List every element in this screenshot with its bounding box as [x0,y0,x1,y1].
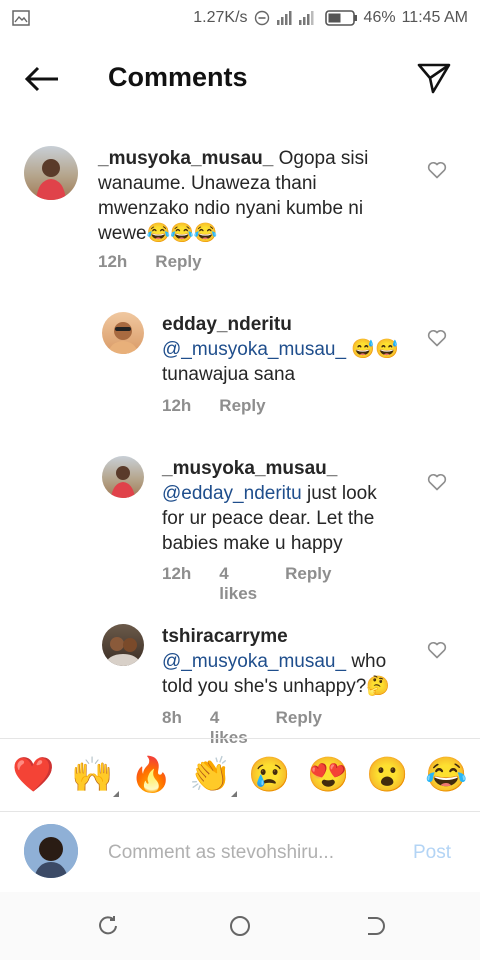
emoji-heart-eyes[interactable]: 😍 [303,755,355,795]
comment-mention[interactable]: @_musyoka_musau_ [162,339,346,360]
reply-button[interactable]: Reply [155,252,201,272]
emoji-surprised[interactable]: 😮 [362,755,414,795]
skin-tone-indicator [112,791,119,797]
battery-percent: 46% [363,9,396,26]
emoji-laughing[interactable]: 😂 [421,755,473,795]
do-not-disturb-icon [254,10,270,26]
paper-plane-icon [417,63,451,94]
signal-icon [276,10,318,26]
avatar [24,824,78,878]
network-speed: 1.27K/s [193,9,248,26]
heart-icon[interactable] [427,161,449,181]
back-nav-icon [368,917,385,935]
reply-button[interactable]: Reply [285,564,331,604]
comment-input[interactable] [108,838,388,868]
system-nav-bar [0,892,480,960]
comment-time: 12h [162,564,192,583]
back-arrow-icon [24,66,58,92]
gallery-icon [12,10,30,26]
comment-username[interactable]: _musyoka_musau_ [162,458,337,479]
comment-time: 12h [162,396,192,415]
recent-apps-icon [99,916,117,935]
emoji-fire[interactable]: 🔥 [126,755,178,795]
clock: 11:45 AM [401,9,468,26]
avatar[interactable] [102,312,144,354]
status-bar: 1.27K/s 46% 11:45 AM [0,0,480,36]
comment-composer: Post [0,812,480,896]
back-nav-button[interactable] [360,912,388,940]
emoji-clapping[interactable]: 👏 [185,755,237,797]
reply-button[interactable]: Reply [219,396,265,416]
heart-icon[interactable] [427,473,449,493]
recent-apps-button[interactable] [94,912,122,940]
skin-tone-indicator [230,791,237,797]
emoji-quick-bar: ❤️ 🙌 🔥 👏 😢 😍 😮 😂 [0,738,480,812]
heart-icon[interactable] [427,329,449,349]
emoji-raising-hands[interactable]: 🙌 [67,755,119,797]
emoji-crying[interactable]: 😢 [244,755,296,795]
post-button[interactable]: Post [413,842,451,864]
share-button[interactable] [416,60,452,96]
heart-icon[interactable] [427,641,449,661]
page-title: Comments [108,62,248,92]
avatar[interactable] [102,624,144,666]
likes-count[interactable]: 4 likes [219,564,257,604]
battery-icon [324,9,358,27]
home-icon [230,916,250,936]
header: Comments [0,44,480,114]
comment-username[interactable]: _musyoka_musau_ [98,148,273,169]
comment-username[interactable]: tshiracarryme [162,626,288,647]
comment-username[interactable]: edday_nderitu [162,314,292,335]
comment-mention[interactable]: @edday_nderitu [162,483,302,504]
comment-mention[interactable]: @_musyoka_musau_ [162,651,346,672]
emoji-heart[interactable]: ❤️ [8,755,60,795]
avatar[interactable] [102,456,144,498]
back-button[interactable] [22,62,62,96]
avatar[interactable] [24,146,78,200]
comment-time: 12h [98,252,128,271]
home-button[interactable] [226,912,254,940]
